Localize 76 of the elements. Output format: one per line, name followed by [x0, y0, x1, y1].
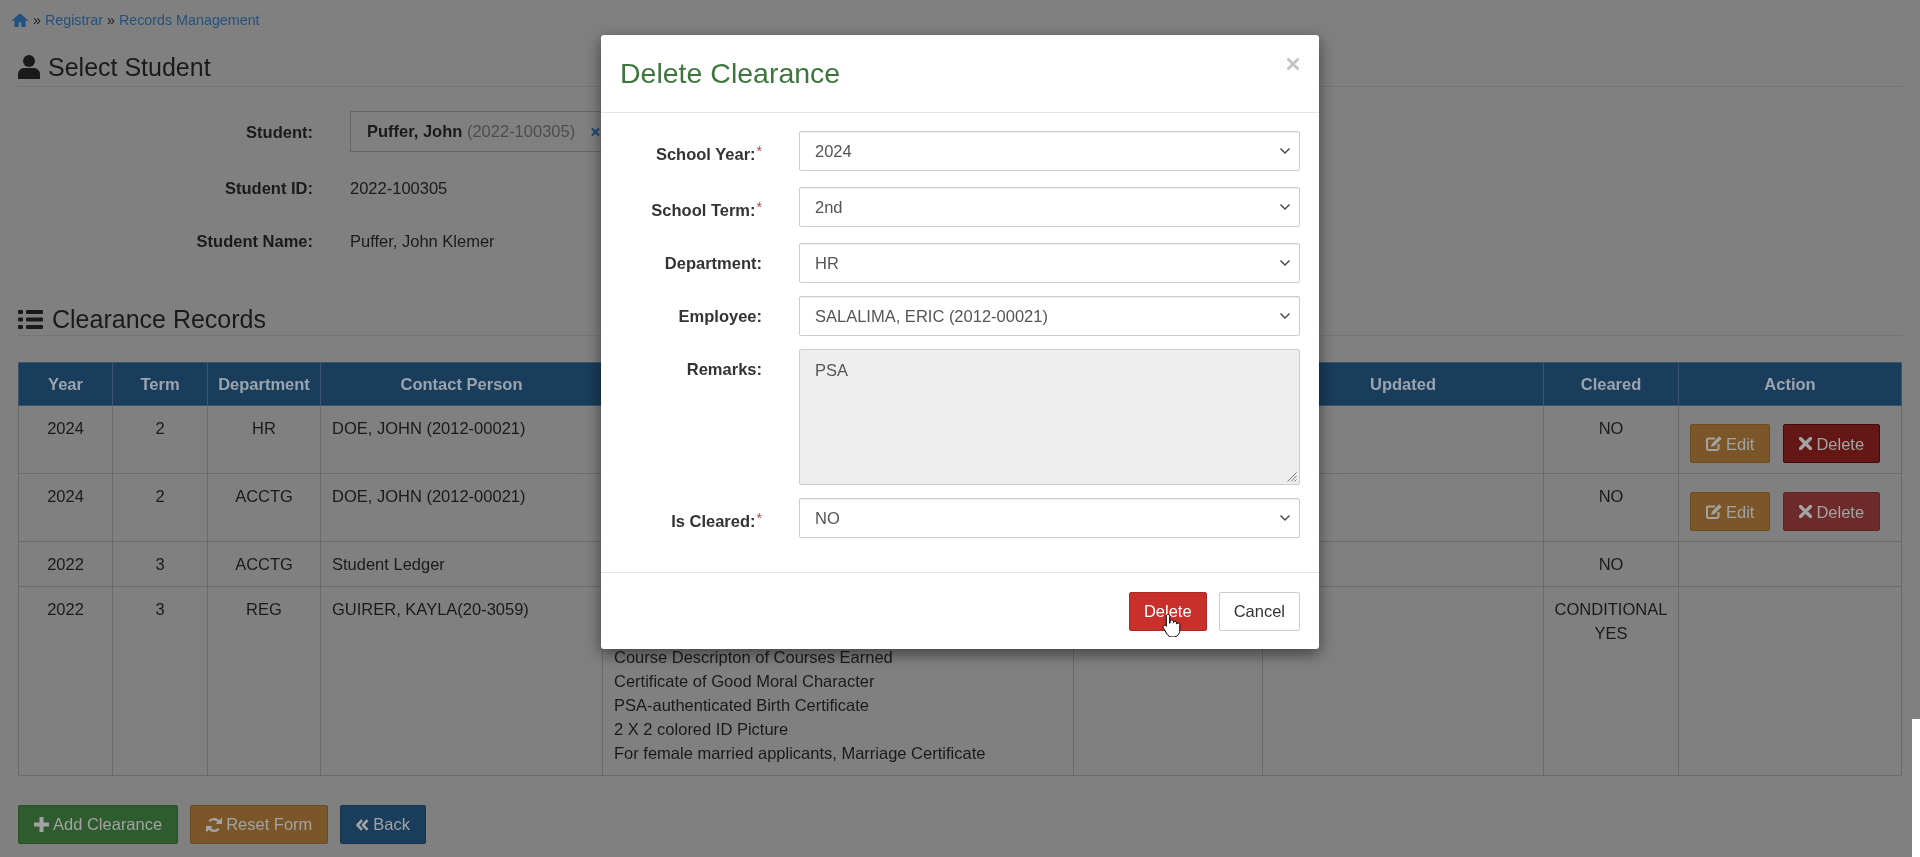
field-label: Student ID:: [224, 178, 313, 199]
delete-button[interactable]: Delete: [1783, 492, 1881, 531]
edit-icon: [1706, 436, 1722, 451]
plus-icon: [34, 817, 49, 832]
user-icon: [18, 55, 40, 79]
reset-button[interactable]: Reset Form: [190, 805, 329, 844]
table-cell: NO: [1543, 473, 1679, 542]
requirement-text: For female married applicants, Marriage Certificate: [614, 743, 987, 764]
text-area-field[interactable]: PSA: [799, 349, 1300, 485]
delete-button[interactable]: Delete: [1128, 591, 1207, 631]
table-cell: 2022: [18, 541, 113, 587]
table-cell: HR: [207, 405, 321, 474]
x-icon: [1799, 437, 1813, 450]
field-label: Remarks:: [685, 359, 762, 380]
chevron-down-icon: [1280, 313, 1290, 319]
home-icon[interactable]: [12, 13, 28, 27]
dropdown-field[interactable]: 2024: [799, 131, 1300, 171]
dropdown-field[interactable]: NO: [799, 498, 1300, 538]
field-label: Is Cleared:$^{*}$: [670, 509, 762, 532]
chevron-down-icon: [1280, 204, 1290, 210]
dropdown-field[interactable]: 2nd: [799, 187, 1300, 227]
field-value: 2022-100305: [350, 178, 448, 199]
delete-button[interactable]: Delete: [1783, 424, 1881, 463]
field-label: School Term:$^{*}$: [650, 198, 762, 221]
table-cell: 2024: [18, 473, 113, 542]
refresh-icon: [206, 816, 223, 833]
column-header: Term: [112, 362, 208, 406]
column-header: Year: [18, 362, 113, 406]
table-cell: NO: [1543, 541, 1679, 587]
table-cell: 2022: [18, 586, 113, 776]
resize-grip-icon[interactable]: [1287, 472, 1297, 482]
table-cell: 2024: [18, 405, 113, 474]
field-label: School Year:$^{*}$: [654, 142, 762, 165]
column-header: Cleared: [1543, 362, 1679, 406]
requirement-text: PSA-authenticated Birth Certificate: [614, 695, 870, 716]
chevron-down-icon: [1280, 148, 1290, 154]
chevron-down-icon: [1280, 260, 1290, 266]
dropdown-field[interactable]: HR: [799, 243, 1300, 283]
requirement-text: Course Descripton of Courses Earned: [614, 647, 894, 668]
chevron-down-icon: [1280, 515, 1290, 521]
list-icon: [18, 309, 43, 329]
table-cell: CONDITIONAL YES: [1543, 586, 1679, 776]
table-cell: REG: [207, 586, 321, 776]
field-label: Department:: [663, 253, 762, 274]
double-chevron-left-icon: [356, 818, 370, 831]
table-cell: 2: [112, 473, 208, 542]
section-title: Clearance Records: [52, 304, 266, 334]
table-cell: 3: [112, 541, 208, 587]
modal-title: Delete Clearance: [620, 58, 841, 89]
table-cell: 3: [112, 586, 208, 776]
breadcrumb-separator: »: [106, 12, 115, 28]
field-label: Student Name:: [195, 231, 313, 252]
table-cell: ACCTG: [207, 473, 321, 542]
breadcrumb-separator: »: [33, 12, 41, 28]
field-label: Student:: [245, 121, 313, 143]
edit-button[interactable]: Edit: [1690, 492, 1771, 531]
add-button[interactable]: Add Clearance: [18, 805, 179, 844]
section-title: Select Student: [48, 52, 211, 82]
dropdown-field[interactable]: SALALIMA, ERIC (2012-00021): [799, 296, 1300, 336]
column-header: Department: [207, 362, 321, 406]
table-cell: ACCTG: [207, 541, 321, 587]
cancel-button[interactable]: Cancel: [1218, 591, 1300, 631]
table-cell: 2: [112, 405, 208, 474]
clear-icon[interactable]: [591, 126, 601, 137]
edit-button[interactable]: Edit: [1690, 424, 1771, 463]
column-header: Action: [1678, 362, 1902, 406]
x-icon: [1799, 505, 1813, 518]
edit-icon: [1706, 504, 1722, 519]
back-button[interactable]: Back: [340, 805, 427, 844]
requirement-text: Certificate of Good Moral Character: [614, 671, 876, 692]
field-label: Employee:: [677, 306, 762, 327]
field-value: Puffer, John Klemer: [350, 231, 495, 252]
requirement-text: 2 X 2 colored ID Picture: [614, 719, 790, 740]
table-cell: NO: [1543, 405, 1679, 474]
column-header: Contact Person: [320, 362, 603, 406]
close-icon[interactable]: [1287, 58, 1299, 70]
